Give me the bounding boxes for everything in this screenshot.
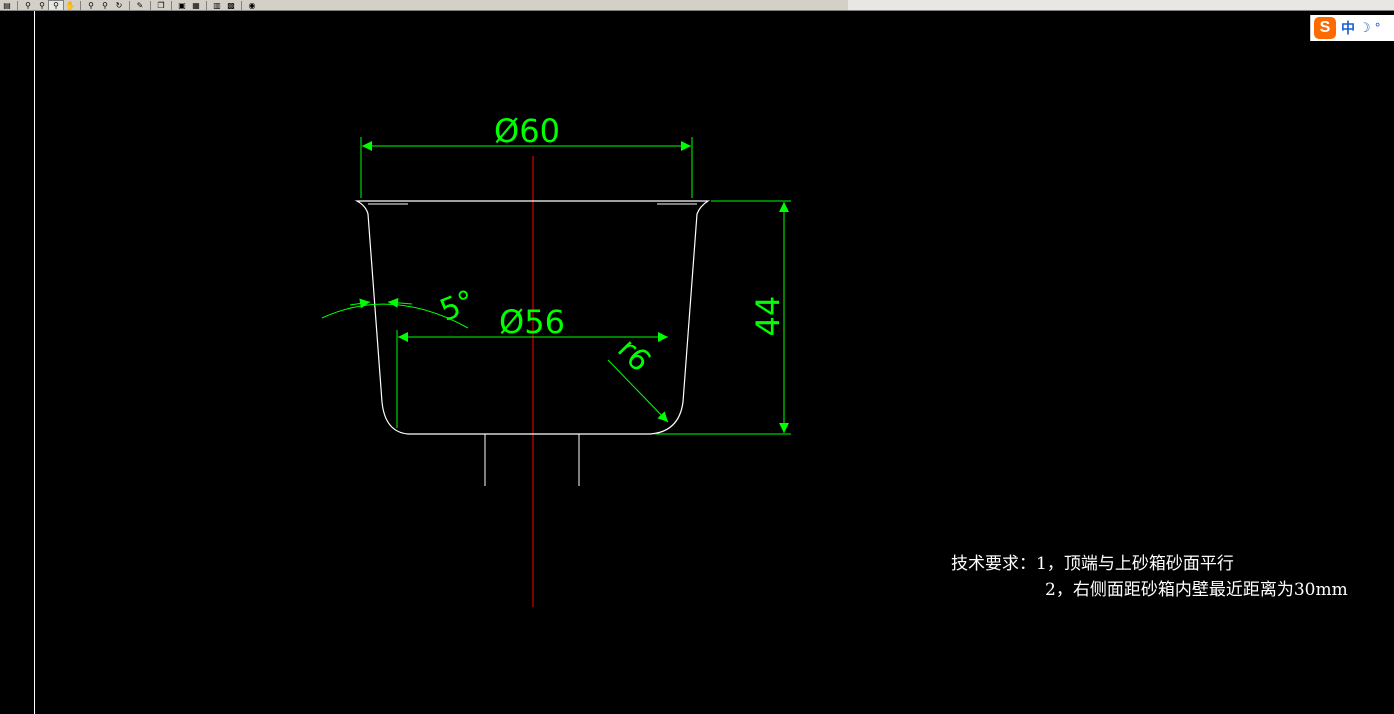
dim-angle-arrow-right (387, 297, 413, 308)
tech-requirement-line-1: 技术要求：1，顶端与上砂箱砂面平行 (951, 554, 1234, 574)
tech-requirement-line-2: 2，右侧面距砂箱内壁最近距离为30mm (1045, 580, 1348, 600)
drawing-canvas[interactable]: Ø60 Ø56 44 r6 5° (0, 0, 1394, 714)
dim-angle: 5° (435, 284, 480, 329)
dim-inner-diameter: Ø56 (499, 303, 565, 341)
dim-radius: r6 (610, 332, 657, 379)
dim-angle-arrow-left (349, 298, 371, 309)
dim-height: 44 (749, 296, 787, 337)
dim-top-diameter: Ø60 (494, 112, 560, 150)
